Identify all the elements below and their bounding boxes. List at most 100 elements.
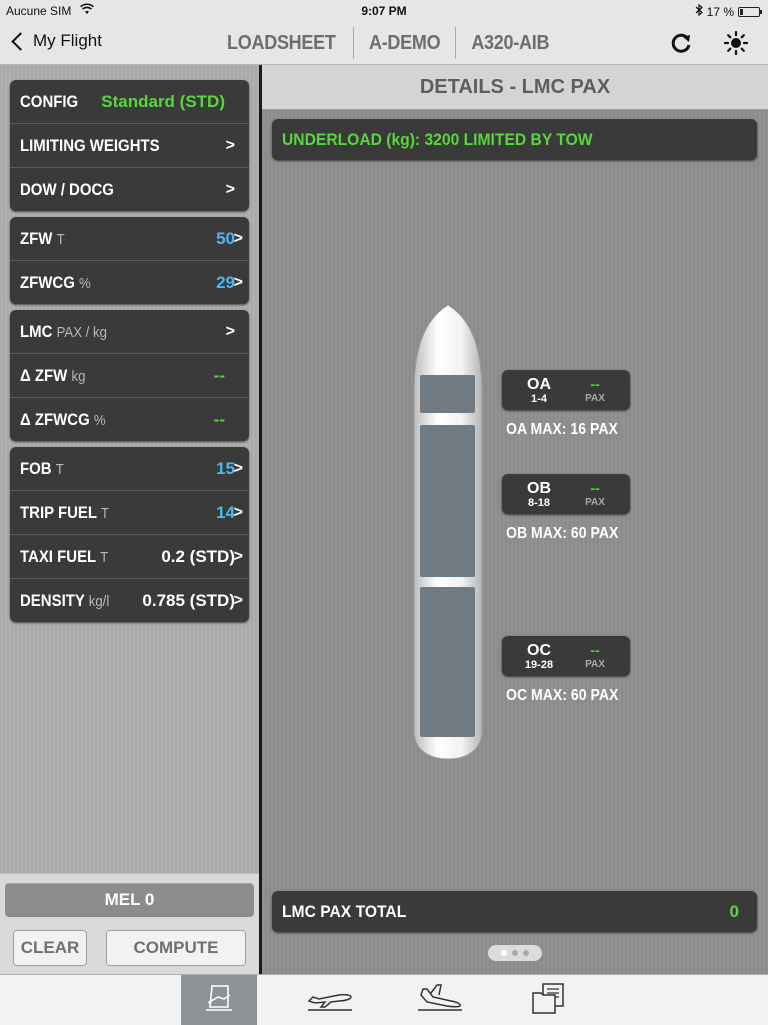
zfw-row[interactable]: ZFW T 50 >	[10, 217, 249, 261]
underload-text: UNDERLOAD (kg): 3200 LIMITED BY TOW	[282, 129, 593, 149]
tab-aircraft[interactable]: A320-AIB	[461, 32, 559, 55]
zone-oc-card[interactable]: OC 19-28 -- PAX	[502, 636, 630, 676]
nav-title-tabs: LOADSHEET A-DEMO A320-AIB	[210, 26, 564, 60]
compute-button[interactable]: COMPUTE	[106, 930, 246, 966]
tab-flight-id[interactable]: A-DEMO	[359, 32, 450, 55]
trip-fuel-value: 14	[216, 502, 235, 522]
status-right: 17 %	[695, 3, 762, 19]
zone-oa-card[interactable]: OA 1-4 -- PAX	[502, 370, 630, 410]
chevron-right-icon: >	[225, 136, 235, 154]
trip-fuel-row[interactable]: TRIP FUEL T 14 >	[10, 491, 249, 535]
zone-oa-max: OA MAX: 16 PAX	[506, 421, 618, 438]
zone-oa-name: OA	[527, 376, 551, 393]
page-dot	[523, 950, 529, 956]
clock: 9:07 PM	[361, 4, 407, 18]
takeoff-plane-icon	[305, 983, 355, 1018]
cabin-zone-oc[interactable]	[420, 587, 475, 737]
zone-oc-unit: PAX	[585, 659, 605, 670]
page-indicator[interactable]	[488, 945, 542, 961]
zfw-card: ZFW T 50 > ZFWCG % 29 >	[10, 217, 249, 304]
config-card: CONFIG Standard (STD) LIMITING WEIGHTS >…	[10, 80, 249, 211]
config-value: Standard (STD)	[101, 91, 225, 111]
lmc-pax-total-value: 0	[729, 902, 739, 921]
fob-value: 15	[216, 458, 235, 478]
delta-zfw-row[interactable]: Δ ZFW kg --	[10, 354, 249, 398]
zfwcg-row[interactable]: ZFWCG % 29 >	[10, 261, 249, 304]
lmc-pax-total-bar: LMC PAX TOTAL 0	[272, 891, 757, 932]
chevron-right-icon: >	[233, 547, 243, 565]
zone-oa-rows: 1-4	[531, 393, 547, 405]
density-row[interactable]: DENSITY kg/l 0.785 (STD) >	[10, 579, 249, 622]
zfwcg-label: ZFWCG %	[20, 272, 91, 292]
cabin-zone-ob[interactable]	[420, 425, 475, 577]
dow-docg-label: DOW / DOCG	[20, 179, 114, 199]
zfwcg-value: 29	[216, 272, 235, 292]
documents-icon	[527, 981, 571, 1020]
chevron-right-icon: >	[225, 180, 235, 198]
page-dot	[501, 950, 507, 956]
config-label: CONFIG	[20, 91, 79, 111]
zone-ob-card[interactable]: OB 8-18 -- PAX	[502, 474, 630, 514]
limiting-weights-row[interactable]: LIMITING WEIGHTS >	[10, 124, 249, 168]
lmc-label: LMC PAX / kg	[20, 321, 107, 341]
details-header: DETAILS - LMC PAX	[262, 65, 768, 110]
taxi-fuel-value: 0.2 (STD)	[161, 546, 235, 566]
fob-row[interactable]: FOB T 15 >	[10, 447, 249, 491]
zfw-value: 50	[216, 228, 235, 248]
taxi-fuel-label: TAXI FUEL T	[20, 546, 109, 566]
delta-zfwcg-label: Δ ZFWCG %	[20, 409, 106, 429]
left-panel: CONFIG Standard (STD) LIMITING WEIGHTS >…	[0, 65, 260, 873]
nav-separator	[352, 27, 354, 59]
fuel-card: FOB T 15 > TRIP FUEL T 14 > TAXI FUEL T …	[10, 447, 249, 622]
chevron-right-icon: >	[233, 229, 243, 247]
density-label: DENSITY kg/l	[20, 590, 110, 610]
zone-ob-unit: PAX	[585, 497, 605, 508]
zfw-label: ZFW T	[20, 228, 65, 248]
zone-oc-max: OC MAX: 60 PAX	[506, 687, 619, 704]
lmc-row[interactable]: LMC PAX / kg >	[10, 310, 249, 354]
mel-button[interactable]: MEL 0	[5, 883, 254, 917]
tab-loadsheet-doc[interactable]	[181, 975, 257, 1025]
cabin-zone-oa[interactable]	[420, 375, 475, 413]
delta-zfwcg-row[interactable]: Δ ZFWCG % --	[10, 398, 249, 441]
chevron-right-icon: >	[233, 503, 243, 521]
tab-landing[interactable]	[402, 975, 478, 1025]
chevron-right-icon: >	[233, 273, 243, 291]
left-controls: MEL 0 CLEAR COMPUTE	[0, 873, 260, 975]
underload-bar: UNDERLOAD (kg): 3200 LIMITED BY TOW	[272, 119, 757, 160]
brightness-icon[interactable]	[723, 30, 749, 56]
zone-oc-rows: 19-28	[524, 659, 554, 671]
zone-ob-name: OB	[527, 480, 551, 497]
nav-bar: My Flight LOADSHEET A-DEMO A320-AIB	[0, 22, 768, 65]
tab-bar	[0, 974, 768, 1025]
lmc-pax-total-label: LMC PAX TOTAL	[282, 902, 407, 921]
status-bar: Aucune SIM 9:07 PM 17 %	[0, 0, 768, 22]
right-panel: DETAILS - LMC PAX UNDERLOAD (kg): 3200 L…	[262, 65, 768, 974]
limiting-weights-label: LIMITING WEIGHTS	[20, 135, 160, 155]
delta-zfw-label: Δ ZFW kg	[20, 365, 86, 385]
back-button-label: My Flight	[33, 31, 102, 50]
lmc-card: LMC PAX / kg > Δ ZFW kg -- Δ ZFWCG % --	[10, 310, 249, 441]
clear-button[interactable]: CLEAR	[13, 930, 87, 966]
chevron-right-icon: >	[233, 459, 243, 477]
zone-oa-unit: PAX	[585, 393, 605, 404]
zone-ob-value: --	[590, 480, 600, 496]
config-row[interactable]: CONFIG Standard (STD)	[10, 80, 249, 124]
zone-ob-max: OB MAX: 60 PAX	[506, 525, 619, 542]
tab-takeoff[interactable]	[292, 975, 368, 1025]
tab-loadsheet[interactable]: LOADSHEET	[217, 32, 345, 55]
zone-ob-rows: 8-18	[527, 497, 551, 509]
chevron-right-icon: >	[233, 591, 243, 609]
back-button[interactable]: My Flight	[10, 31, 102, 51]
zone-oc-name: OC	[527, 642, 551, 659]
landing-plane-icon	[415, 983, 465, 1018]
refresh-icon[interactable]	[668, 30, 694, 56]
battery-percent: 17 %	[706, 4, 734, 19]
trip-fuel-label: TRIP FUEL T	[20, 502, 109, 522]
loadsheet-doc-icon	[202, 983, 236, 1018]
density-value: 0.785 (STD)	[142, 590, 235, 610]
dow-docg-row[interactable]: DOW / DOCG >	[10, 168, 249, 211]
zone-oa-value: --	[590, 376, 600, 392]
taxi-fuel-row[interactable]: TAXI FUEL T 0.2 (STD) >	[10, 535, 249, 579]
tab-documents[interactable]	[511, 975, 587, 1025]
